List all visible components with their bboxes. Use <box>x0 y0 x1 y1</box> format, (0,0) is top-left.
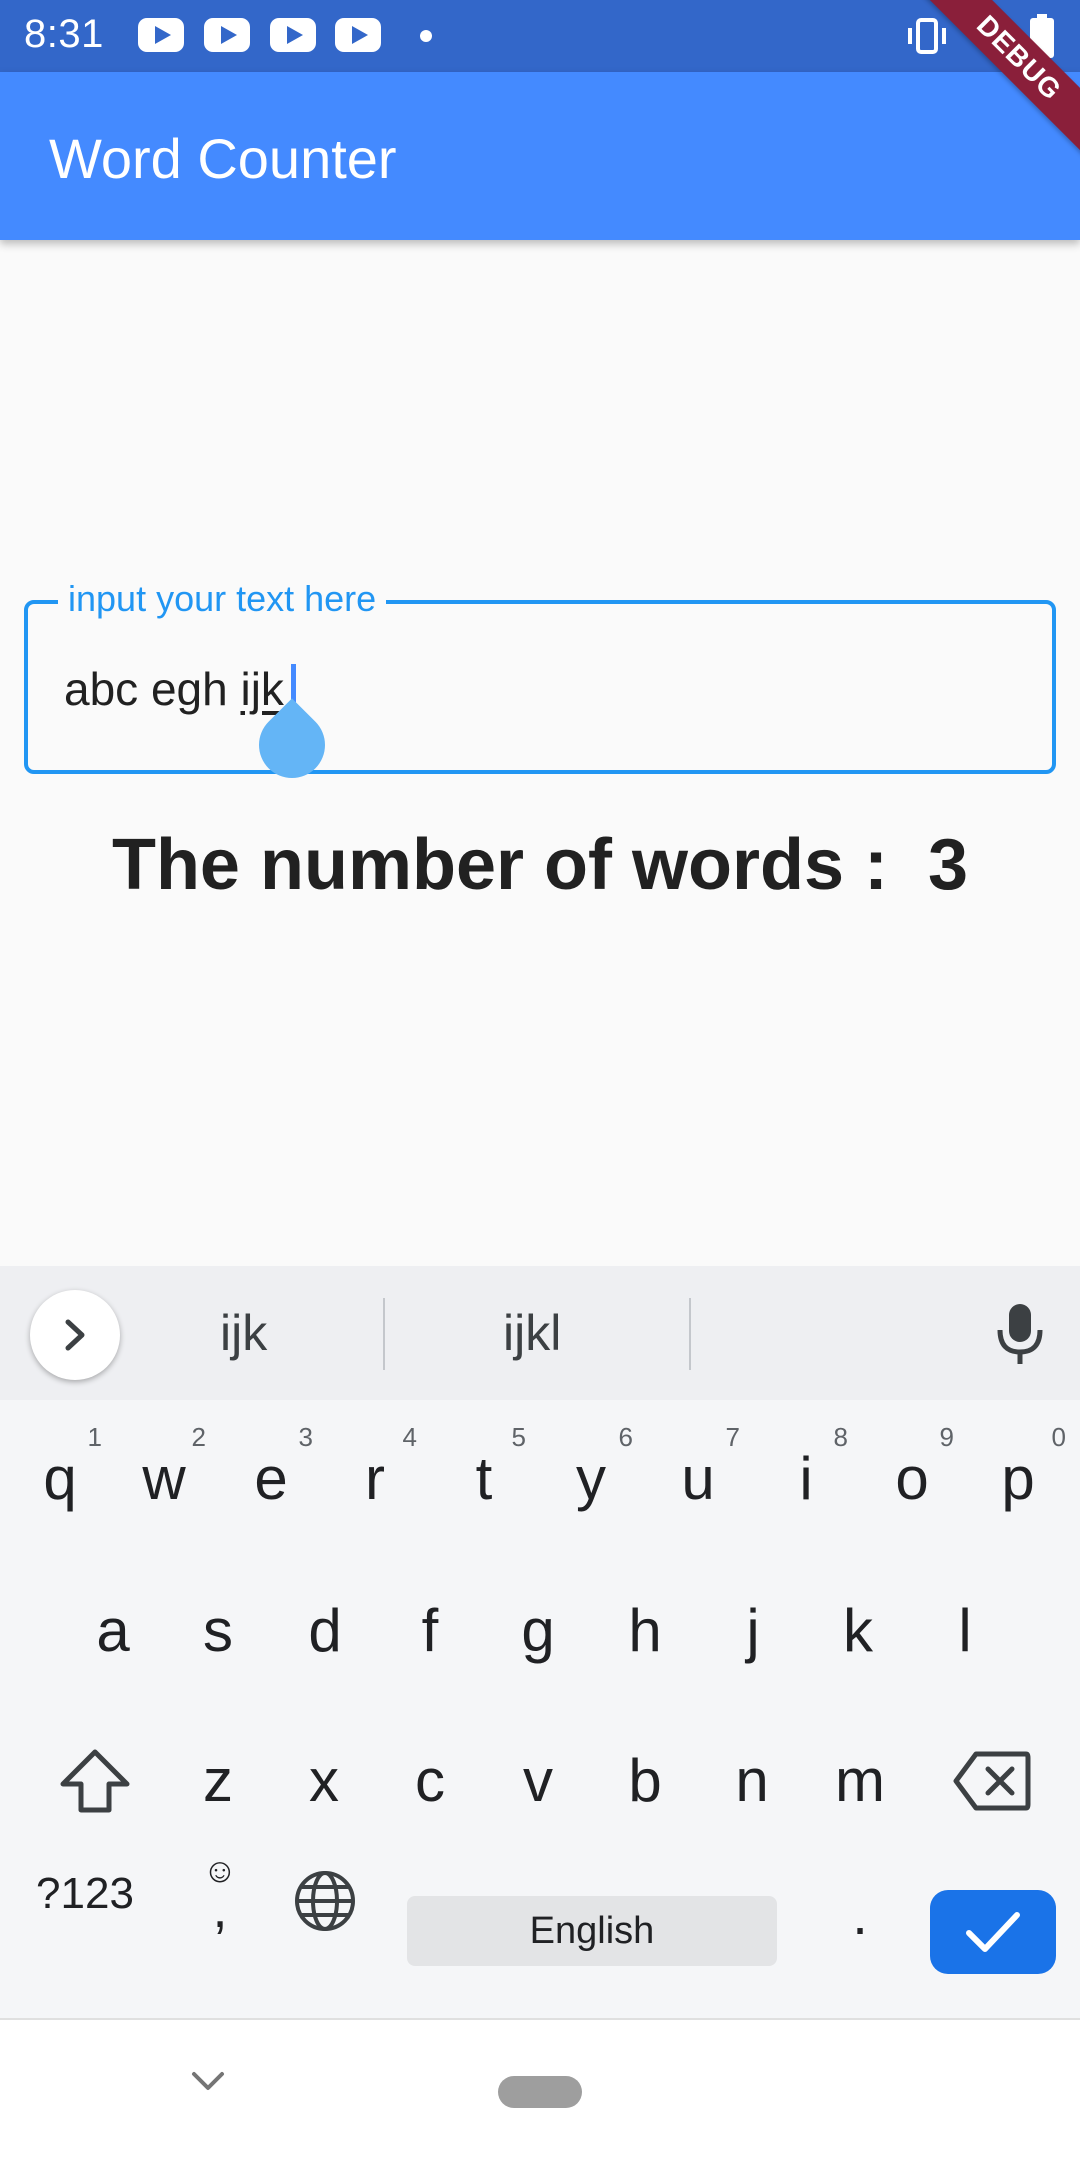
key-l[interactable]: l <box>915 1566 1015 1696</box>
navigation-bar <box>0 2018 1080 2160</box>
youtube-icon <box>204 18 250 52</box>
key-o-label: o <box>895 1445 929 1512</box>
key-c[interactable]: c <box>380 1716 480 1846</box>
key-w-hint: 2 <box>191 1422 206 1452</box>
status-bar: 8:31 <box>0 0 1080 72</box>
backspace-icon <box>953 1751 1031 1811</box>
key-t-label: t <box>475 1445 493 1512</box>
key-w[interactable]: w2 <box>114 1414 214 1544</box>
app-bar: Word Counter <box>0 72 1080 240</box>
key-y-hint: 6 <box>618 1422 633 1452</box>
chevron-right-icon <box>65 1319 85 1351</box>
suggestion-divider <box>383 1298 385 1370</box>
enter-key[interactable] <box>930 1890 1056 1974</box>
key-u[interactable]: u7 <box>648 1414 748 1544</box>
back-chevron-icon[interactable] <box>188 2070 228 2094</box>
shift-icon <box>60 1749 130 1813</box>
key-s[interactable]: s <box>168 1566 268 1696</box>
key-e-label: e <box>254 1445 288 1512</box>
more-dot-icon <box>420 30 432 42</box>
text-field-label: input your text here <box>58 574 387 624</box>
backspace-key[interactable] <box>942 1726 1042 1836</box>
key-h[interactable]: h <box>595 1566 695 1696</box>
key-y[interactable]: y6 <box>541 1414 641 1544</box>
key-f[interactable]: f <box>380 1566 480 1696</box>
key-y-label: y <box>576 1445 606 1512</box>
key-p[interactable]: p0 <box>968 1414 1068 1544</box>
language-key[interactable] <box>290 1866 360 1936</box>
youtube-icon <box>138 18 184 52</box>
key-p-hint: 0 <box>1051 1422 1066 1452</box>
key-t-hint: 5 <box>511 1422 526 1452</box>
key-t[interactable]: t5 <box>434 1414 534 1544</box>
key-r-hint: 4 <box>402 1422 417 1452</box>
suggestion-1[interactable]: ijk <box>220 1304 267 1362</box>
key-q[interactable]: q1 <box>10 1414 110 1544</box>
key-o-hint: 9 <box>939 1422 954 1452</box>
key-r-label: r <box>365 1445 385 1512</box>
text-field-value[interactable]: abc egh ijk <box>64 662 284 716</box>
key-e-hint: 3 <box>298 1422 313 1452</box>
period-key[interactable]: . <box>830 1874 890 1954</box>
key-r[interactable]: r4 <box>325 1414 425 1544</box>
checkmark-icon <box>966 1912 1020 1952</box>
key-b[interactable]: b <box>595 1716 695 1846</box>
key-n[interactable]: n <box>702 1716 802 1846</box>
suggestion-bar: ijk ijkl <box>0 1266 1080 1400</box>
shift-key[interactable] <box>40 1726 150 1836</box>
key-a[interactable]: a <box>63 1566 163 1696</box>
key-p-label: p <box>1001 1445 1035 1512</box>
youtube-icon <box>335 18 381 52</box>
key-x[interactable]: x <box>274 1716 374 1846</box>
key-u-hint: 7 <box>725 1422 740 1452</box>
key-z[interactable]: z <box>168 1716 268 1846</box>
symbols-key[interactable]: ?123 <box>20 1844 150 1944</box>
key-v[interactable]: v <box>488 1716 588 1846</box>
key-i-label: i <box>799 1445 813 1512</box>
comma-label: , <box>212 1879 228 1939</box>
key-q-label: q <box>43 1445 77 1512</box>
text-value-committed: abc egh <box>64 663 241 715</box>
key-i-hint: 8 <box>833 1422 848 1452</box>
key-d[interactable]: d <box>275 1566 375 1696</box>
status-time: 8:31 <box>24 12 104 56</box>
word-count-result: The number of words : 3 <box>111 825 969 905</box>
globe-icon <box>295 1871 355 1931</box>
key-g[interactable]: g <box>488 1566 588 1696</box>
space-key[interactable]: English <box>407 1896 777 1966</box>
key-q-hint: 1 <box>87 1422 102 1452</box>
text-input-field[interactable]: input your text here abc egh ijk <box>24 574 1056 792</box>
vibrate-icon <box>908 18 946 54</box>
youtube-icon <box>270 18 316 52</box>
microphone-icon[interactable] <box>990 1300 1050 1368</box>
home-pill-icon[interactable] <box>498 2076 582 2108</box>
suggestion-2[interactable]: ijkl <box>503 1304 561 1362</box>
key-u-label: u <box>681 1445 715 1512</box>
expand-toolbar-button[interactable] <box>30 1290 120 1380</box>
key-j[interactable]: j <box>703 1566 803 1696</box>
key-k[interactable]: k <box>808 1566 908 1696</box>
suggestion-divider <box>689 1298 691 1370</box>
key-e[interactable]: e3 <box>221 1414 321 1544</box>
emoji-comma-key[interactable]: ☺ , <box>180 1836 260 1946</box>
key-w-label: w <box>142 1445 186 1512</box>
page-title: Word Counter <box>49 127 397 190</box>
soft-keyboard: ijk ijkl q1 w2 e3 r4 t5 y6 u7 i8 o9 p0 a… <box>0 1266 1080 2018</box>
key-o[interactable]: o9 <box>862 1414 962 1544</box>
key-i[interactable]: i8 <box>756 1414 856 1544</box>
text-value-composing: ijk <box>240 663 284 715</box>
screen: 8:31 DEBUG Word Counter input your text … <box>0 0 1080 2160</box>
key-m[interactable]: m <box>810 1716 910 1846</box>
